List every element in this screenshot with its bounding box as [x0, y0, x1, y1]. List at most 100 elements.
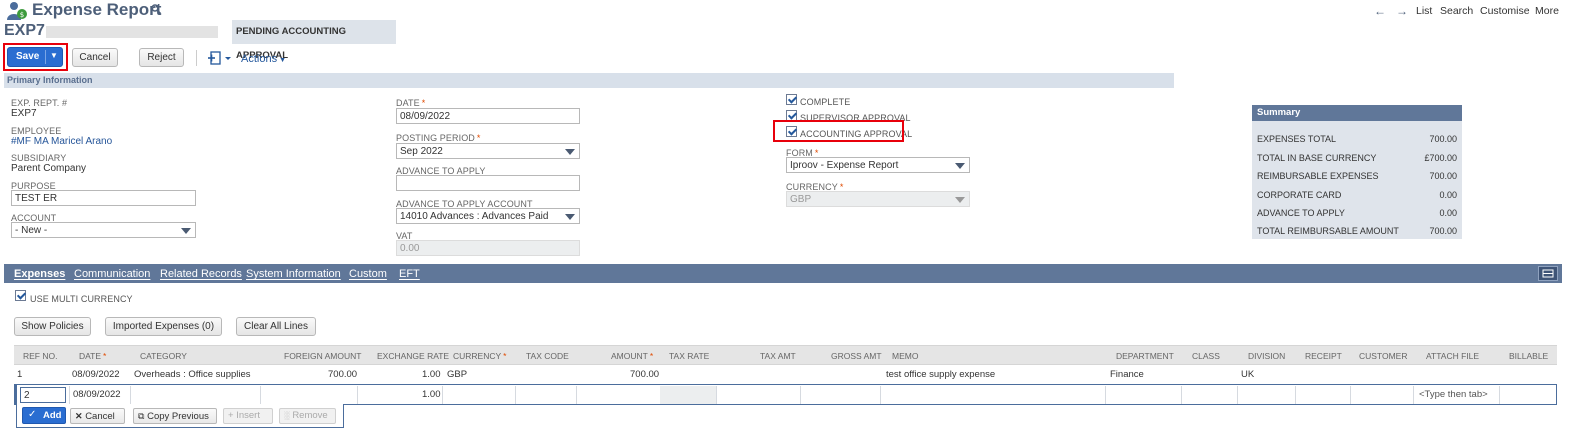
row-memo: test office supply expense [886, 369, 996, 380]
edit-cell-divider [260, 386, 261, 404]
primary-info-title: Primary Information [7, 75, 93, 85]
toolbar-divider [196, 50, 197, 66]
required-mark: * [476, 133, 481, 143]
actions-label: Actions [241, 53, 278, 65]
cancel-button[interactable]: Cancel [72, 48, 118, 67]
employee-label: EMPLOYEE [11, 126, 62, 136]
edit-ref-field[interactable]: 2 [20, 387, 66, 403]
summary-row: ADVANCE TO APPLY 0.00 [1257, 208, 1457, 218]
edit-date[interactable]: 08/09/2022 [73, 389, 121, 400]
use-multi-currency-checkbox[interactable] [15, 290, 26, 301]
clear-all-lines-button[interactable]: Clear All Lines [236, 317, 316, 336]
employee-link[interactable]: #MF MA Maricel Arano [11, 136, 112, 147]
summary-row-label: REIMBURSABLE EXPENSES [1257, 171, 1379, 181]
summary-row: TOTAL IN BASE CURRENCY £700.00 [1257, 153, 1457, 163]
tab-communication[interactable]: Communication [74, 268, 150, 280]
posting-period-select[interactable]: Sep 2022 [396, 143, 580, 159]
complete-checkbox[interactable] [786, 94, 797, 105]
row-ref: 1 [17, 369, 23, 380]
record-id-redaction [46, 26, 218, 38]
purpose-field[interactable]: TEST ER [11, 190, 196, 206]
advance-account-dropdown-icon [565, 214, 575, 220]
trash-icon: ░ [284, 411, 290, 420]
insert-line-label: Insert [236, 410, 260, 421]
search-icon[interactable] [151, 4, 162, 15]
tab-eft[interactable]: EFT [399, 268, 420, 280]
add-line-label: Add [43, 410, 62, 421]
back-arrow-icon[interactable]: ← [1374, 4, 1386, 18]
advance-field[interactable] [396, 175, 580, 191]
edit-exchange-rate[interactable]: 1.00 [422, 389, 441, 400]
save-highlight [3, 43, 68, 71]
col-date-label: DATE [79, 351, 102, 361]
edit-cell-divider [442, 386, 443, 404]
col-currency: CURRENCY * [453, 351, 506, 361]
tab-expenses[interactable]: Expenses [14, 268, 65, 280]
col-exchange-rate: EXCHANGE RATE [377, 351, 450, 361]
edit-tax-rate-disabled [660, 386, 716, 404]
copy-icon: ⧉ [138, 411, 145, 421]
summary-row-value: 0.00 [1439, 190, 1457, 200]
edit-cell-divider [130, 386, 131, 404]
date-field[interactable]: 08/09/2022 [396, 108, 580, 124]
primary-info-bar: Primary Information [4, 73, 1174, 88]
row-department: Finance [1110, 369, 1144, 380]
col-memo: MEMO [892, 351, 919, 361]
nav-list[interactable]: List [1416, 5, 1432, 17]
advance-account-value: 14010 Advances : Advances Paid [400, 211, 549, 222]
subsidiary-value: Parent Company [11, 163, 87, 174]
summary-row-label: TOTAL IN BASE CURRENCY [1257, 153, 1377, 163]
nav-more[interactable]: More [1535, 5, 1559, 17]
col-receipt: RECEIPT [1305, 351, 1342, 361]
forward-arrow-icon[interactable]: → [1396, 4, 1408, 18]
edit-cell-divider [1499, 386, 1500, 404]
nav-search[interactable]: Search [1440, 5, 1473, 17]
required-mark: * [421, 98, 426, 108]
summary-row-value: 700.00 [1429, 171, 1457, 181]
edit-cell-divider [1413, 386, 1414, 404]
edit-cell-divider [716, 386, 717, 404]
posting-period-label: POSTING PERIOD * [396, 133, 481, 143]
new-transaction-icon[interactable] [208, 51, 232, 65]
show-policies-button[interactable]: Show Policies [14, 317, 91, 336]
col-gross-amt: GROSS AMT [831, 351, 882, 361]
exp-rept-label: EXP. REPT. # [11, 98, 68, 108]
tab-system-information[interactable]: System Information [246, 268, 341, 280]
edit-cell-divider [515, 386, 516, 404]
cancel-line-button[interactable]: ✕ Cancel [70, 408, 125, 424]
edit-row[interactable] [14, 384, 1557, 405]
row-amount: 700.00 [630, 369, 660, 380]
edit-cell-divider [357, 386, 358, 404]
add-line-button[interactable]: ✓ Add [22, 407, 66, 424]
actions-menu[interactable]: Actions ▼ [241, 53, 286, 65]
posting-period-value: Sep 2022 [400, 146, 443, 157]
expense-report-icon: $ [6, 1, 28, 21]
form-select[interactable]: Iproov - Expense Report [786, 157, 970, 173]
advance-account-select[interactable]: 14010 Advances : Advances Paid [396, 208, 580, 224]
col-department: DEPARTMENT [1116, 351, 1174, 361]
imported-expenses-button[interactable]: Imported Expenses (0) [105, 317, 222, 336]
col-currency-label: CURRENCY [453, 351, 502, 361]
col-class: CLASS [1192, 351, 1220, 361]
summary-row: EXPENSES TOTAL 700.00 [1257, 134, 1457, 144]
subsidiary-label: SUBSIDIARY [11, 153, 67, 163]
edit-cell-divider [800, 386, 801, 404]
copy-previous-button[interactable]: ⧉ Copy Previous [133, 408, 217, 424]
actions-caret-icon: ▼ [279, 57, 287, 64]
edit-cell-divider [1237, 386, 1238, 404]
summary-row-value: £700.00 [1424, 153, 1457, 163]
summary-row-value: 700.00 [1429, 226, 1457, 236]
complete-label: COMPLETE [800, 97, 851, 107]
insert-line-button: + Insert [223, 408, 273, 424]
tab-custom[interactable]: Custom [349, 268, 387, 280]
tab-related-records[interactable]: Related Records [160, 268, 242, 280]
col-division: DIVISION [1248, 351, 1286, 361]
edit-cell-divider [1105, 386, 1106, 404]
currency-dropdown-icon [955, 197, 965, 203]
account-select[interactable]: - New - [11, 222, 196, 238]
collapse-tabs-icon[interactable] [1538, 266, 1558, 281]
col-customer: CUSTOMER [1359, 351, 1408, 361]
edit-attach-file[interactable]: <Type then tab> [1419, 389, 1488, 400]
nav-customise[interactable]: Customise [1480, 5, 1530, 17]
reject-button[interactable]: Reject [139, 48, 184, 67]
